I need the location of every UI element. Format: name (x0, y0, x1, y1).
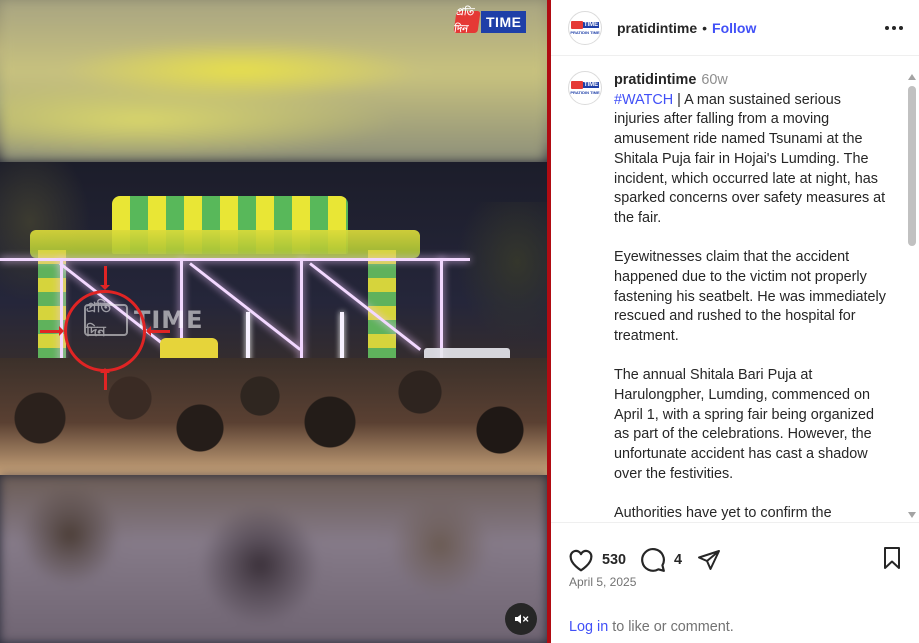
tree-silhouette (437, 202, 547, 352)
post-actions: 530 4 April 5, 2025 Log in to like or co… (551, 522, 919, 643)
caption-time-ago[interactable]: 60w (701, 72, 727, 88)
caption-paragraph: | A man sustained serious injuries after… (614, 91, 886, 226)
comment-count[interactable]: 4 (674, 552, 682, 568)
neon-lights (309, 262, 422, 351)
brand-time-label: TIME (481, 11, 527, 33)
avatar[interactable]: TIME PRATIDIN TIME (568, 10, 602, 45)
login-prompt: Log in to like or comment. (569, 619, 734, 635)
caption-username[interactable]: pratidintime (614, 72, 696, 88)
caption-paragraph: Authorities have yet to confirm the (614, 505, 832, 522)
speaker-muted-icon (515, 614, 529, 624)
light-pole (246, 312, 250, 362)
post-side-panel: TIME PRATIDIN TIME pratidintime • Follow… (551, 0, 919, 643)
avatar-logo-icon: TIME (570, 81, 600, 89)
login-prompt-text: to like or comment. (608, 619, 734, 635)
save-button[interactable] (881, 546, 903, 575)
avatar-logo-icon: TIME (570, 20, 600, 29)
caption-text: pratidintime 60w #WATCH | A man sustained… (614, 71, 886, 522)
arrow-up-icon (100, 368, 110, 390)
more-dots-icon (885, 25, 889, 30)
avatar[interactable]: TIME PRATIDIN TIME (568, 71, 602, 105)
caption-scroll-area[interactable]: TIME PRATIDIN TIME pratidintime 60w #WATC… (551, 57, 919, 522)
comment-button[interactable]: 4 (640, 547, 682, 573)
arrow-right-icon (40, 326, 64, 336)
neon-lights (60, 258, 63, 368)
share-icon (698, 550, 721, 570)
like-count[interactable]: 530 (602, 552, 626, 568)
arrow-left-icon (146, 326, 170, 336)
comment-icon (641, 548, 665, 572)
scrollbar[interactable] (905, 72, 919, 522)
neon-lights (0, 258, 470, 261)
hashtag-link[interactable]: #WATCH (614, 92, 673, 108)
neon-lights (300, 258, 303, 368)
caption-paragraph: The annual Shitala Bari Puja at Harulong… (614, 367, 874, 482)
share-button[interactable] (696, 548, 722, 572)
caption-paragraph: Eyewitnesses claim that the accident hap… (614, 249, 886, 345)
login-link[interactable]: Log in (569, 619, 608, 635)
avatar-label: PRATIDIN TIME (570, 90, 600, 95)
post-media[interactable]: প্রতি দিন TIME প্রতি দিন TIME (0, 0, 547, 643)
post-caption: TIME PRATIDIN TIME pratidintime 60w #WATC… (551, 57, 919, 522)
scrollbar-thumb[interactable] (908, 86, 916, 246)
header-separator: • (702, 19, 708, 36)
scroll-down-icon[interactable] (908, 512, 916, 518)
light-pole (340, 312, 344, 362)
mute-button[interactable] (505, 603, 537, 635)
arrow-down-icon (100, 266, 110, 290)
ride-beam (30, 230, 420, 258)
brand-logo: প্রতি দিন TIME (453, 7, 527, 35)
highlight-circle (64, 290, 146, 372)
follow-button[interactable]: Follow (712, 20, 756, 36)
crowd (0, 358, 547, 475)
post-header: TIME PRATIDIN TIME pratidintime • Follow (551, 0, 919, 56)
more-options-button[interactable] (885, 20, 903, 36)
scroll-up-icon[interactable] (908, 74, 916, 80)
video-frame[interactable]: প্রতি দিন TIME (0, 162, 547, 475)
avatar-label: PRATIDIN TIME (570, 29, 600, 35)
like-button[interactable]: 530 (568, 548, 626, 572)
heart-icon (569, 549, 593, 572)
brand-mark: প্রতি দিন (453, 7, 481, 35)
bookmark-icon (884, 546, 900, 569)
header-username[interactable]: pratidintime (617, 20, 697, 36)
post-date[interactable]: April 5, 2025 (551, 575, 919, 589)
blurred-background-bottom (0, 475, 547, 643)
